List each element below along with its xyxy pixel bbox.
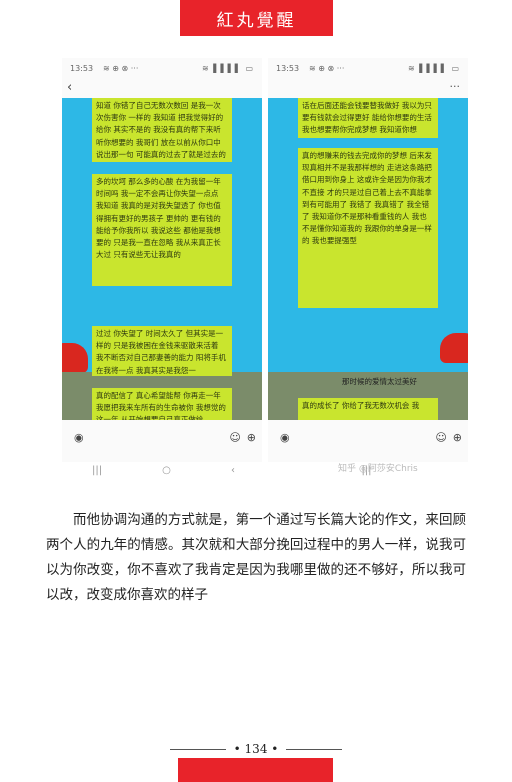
footer-bar: [178, 758, 333, 782]
plus-icon[interactable]: ⊕: [247, 431, 256, 444]
message-bubble: 知道 你错了自己无数次数回 是我一次次伤害你 一样的 我知道 把我觉得好的给你 …: [92, 98, 232, 162]
status-bar: 13:53 ≋ ⊕ ⊗ ··· ≋ ▌▌▌▌ ▭: [268, 58, 468, 78]
recent-apps-icon[interactable]: |||: [92, 465, 102, 476]
plus-icon[interactable]: ⊕: [453, 431, 462, 444]
emoji-icon[interactable]: ☺: [435, 431, 446, 444]
body-paragraph: 而他协调沟通的方式就是，第一个通过写长篇大论的作文，来回顾两个人的九年的情感。其…: [46, 512, 466, 603]
home-icon[interactable]: ○: [162, 465, 171, 476]
status-icons: ≋ ⊕ ⊗ ···: [309, 63, 345, 73]
more-dots-icon[interactable]: ···: [450, 80, 461, 93]
chat-nav: ···: [268, 80, 468, 98]
page-number-row: • 134 •: [0, 742, 512, 756]
signal-icon: ≋ ▌▌▌▌ ▭: [408, 63, 461, 73]
chat-input-row: ◉ ☺ ⊕: [62, 426, 262, 448]
voice-icon[interactable]: ◉: [280, 431, 290, 444]
voice-icon[interactable]: ◉: [74, 431, 84, 444]
message-bubble: 真的配信了 真心希望能帮 你再走一年 我愿把我来车所有的生命被你 我想觉的这一年…: [92, 388, 232, 420]
chat-input-row: ◉ ☺ ⊕: [268, 426, 468, 448]
chat-nav: ‹: [62, 80, 262, 116]
status-time: 13:53: [276, 63, 300, 73]
message-bubble: 真的想赚来的钱去完成你的梦想 后来发现真相并不是我那样想的 走进这条路把借口用到…: [298, 148, 438, 308]
message-bubble: 真的成长了 你给了我无数次机会 我: [298, 398, 438, 420]
message-bubble: 多的坎坷 那么多的心酸 在为我留一年时间吗 我一定不会再让你失望一点点 我知道 …: [92, 174, 232, 286]
status-icons: ≋ ⊕ ⊗ ···: [103, 63, 139, 73]
message-text: 那时候的爱情太过美好: [342, 377, 417, 386]
phone-screenshot-left: 13:53 ≋ ⊕ ⊗ ··· ≋ ▌▌▌▌ ▭ ‹ 知道 你错了自己无数次数回…: [62, 58, 262, 462]
divider: [286, 749, 343, 750]
emoji-icon[interactable]: ☺: [229, 431, 240, 444]
header-bar: 紅丸覺醒: [180, 0, 333, 36]
signal-icon: ≋ ▌▌▌▌ ▭: [202, 63, 255, 73]
wallpaper-car: [62, 343, 88, 373]
status-bar: 13:53 ≋ ⊕ ⊗ ··· ≋ ▌▌▌▌ ▭: [62, 58, 262, 78]
chat-area: 知道 你错了自己无数次数回 是我一次次伤害你 一样的 我知道 把我觉得好的给你 …: [62, 98, 262, 420]
page-number: 134: [244, 742, 268, 756]
divider: [169, 749, 226, 750]
status-time: 13:53: [70, 63, 94, 73]
phone-screenshot-right: 13:53 ≋ ⊕ ⊗ ··· ≋ ▌▌▌▌ ▭ ··· 话在后面还能会钱要替我…: [268, 58, 468, 462]
book-title: 紅丸覺醒: [216, 10, 297, 31]
message-bubble: 话在后面还能会钱要替我做好 我以为只要有钱就会过得更好 能给你想要的生活 我也想…: [298, 98, 438, 138]
wallpaper-car: [440, 333, 468, 363]
message-bubble: 过过 你失望了 时间太久了 但其实是一样的 只是我被困在金钱来驱散来活着 我不断…: [92, 326, 232, 376]
back-nav-icon[interactable]: ‹: [231, 465, 235, 476]
watermark: 知乎 @阿莎安Chris: [338, 464, 418, 474]
chat-area: 话在后面还能会钱要替我做好 我以为只要有钱就会过得更好 能给你想要的生活 我也想…: [268, 98, 468, 420]
screenshot-pair: 13:53 ≋ ⊕ ⊗ ··· ≋ ▌▌▌▌ ▭ ‹ 知道 你错了自己无数次数回…: [62, 58, 468, 462]
back-arrow-icon[interactable]: ‹: [67, 80, 72, 95]
